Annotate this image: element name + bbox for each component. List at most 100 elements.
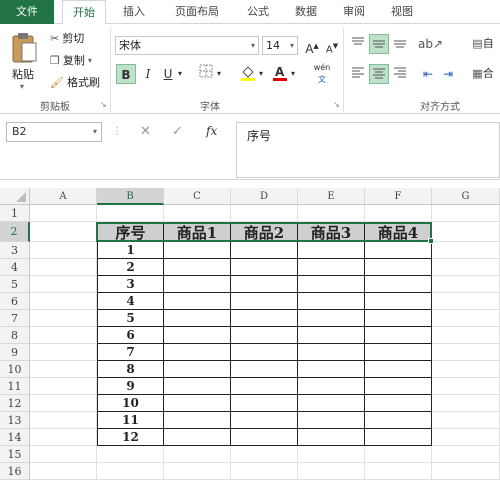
chevron-down-icon[interactable]: ▾ (175, 64, 185, 84)
cell-a1[interactable] (30, 205, 97, 222)
table-cell[interactable] (164, 259, 231, 276)
cell-f1[interactable] (365, 205, 432, 222)
table-cell[interactable] (231, 293, 298, 310)
cell-g8[interactable] (432, 327, 500, 344)
table-cell[interactable] (365, 344, 432, 361)
table-cell[interactable] (164, 395, 231, 412)
align-left-button[interactable] (348, 64, 368, 84)
cell-g3[interactable] (432, 242, 500, 259)
table-cell[interactable] (298, 378, 365, 395)
table-cell[interactable] (298, 344, 365, 361)
cell-e1[interactable] (298, 205, 365, 222)
serial-cell[interactable]: 6 (97, 327, 164, 344)
table-cell[interactable] (164, 429, 231, 446)
cell-g1[interactable] (432, 205, 500, 222)
cell-g15[interactable] (432, 446, 500, 463)
table-cell[interactable] (164, 327, 231, 344)
cell-a13[interactable] (30, 412, 97, 429)
table-cell[interactable] (164, 276, 231, 293)
table-cell[interactable] (298, 361, 365, 378)
tab-insert[interactable]: 插入 (114, 0, 154, 24)
serial-cell[interactable]: 11 (97, 412, 164, 429)
wrap-text-button[interactable]: ▤自 (466, 34, 500, 54)
serial-cell[interactable]: 1 (97, 242, 164, 259)
table-cell[interactable] (231, 361, 298, 378)
row-header-11[interactable]: 11 (0, 378, 30, 395)
cell-a6[interactable] (30, 293, 97, 310)
column-header-b[interactable]: B (97, 188, 164, 205)
row-header-10[interactable]: 10 (0, 361, 30, 378)
tab-file[interactable]: 文件 (0, 0, 54, 24)
cell-g16[interactable] (432, 463, 500, 480)
cell-g14[interactable] (432, 429, 500, 446)
chevron-down-icon[interactable]: ▾ (256, 64, 266, 84)
table-cell[interactable] (298, 412, 365, 429)
cut-button[interactable]: ✂ 剪切 (50, 30, 84, 46)
cell-d15[interactable] (231, 446, 298, 463)
serial-cell[interactable]: 7 (97, 344, 164, 361)
table-cell[interactable] (298, 395, 365, 412)
table-cell[interactable] (298, 242, 365, 259)
table-cell[interactable] (365, 259, 432, 276)
table-cell[interactable] (298, 259, 365, 276)
phonetic-guide-button[interactable]: wén 文 (308, 62, 336, 84)
column-header-g[interactable]: G (432, 188, 500, 205)
column-header-c[interactable]: C (164, 188, 231, 205)
paste-label[interactable]: 粘贴 (12, 66, 34, 82)
cell-b16[interactable] (97, 463, 164, 480)
row-header-16[interactable]: 16 (0, 463, 30, 480)
cell-a11[interactable] (30, 378, 97, 395)
grow-font-button[interactable]: A▲ (302, 36, 322, 56)
table-cell[interactable] (231, 276, 298, 293)
serial-cell[interactable]: 9 (97, 378, 164, 395)
table-cell[interactable] (298, 327, 365, 344)
cell-a15[interactable] (30, 446, 97, 463)
orientation-button[interactable]: ab↗ (418, 34, 443, 54)
fill-handle[interactable] (428, 238, 434, 244)
table-cell[interactable] (231, 395, 298, 412)
insert-function-button[interactable]: fx (206, 124, 217, 138)
row-header-3[interactable]: 3 (0, 242, 30, 259)
chevron-down-icon[interactable]: ▾ (88, 56, 92, 65)
cell-a14[interactable] (30, 429, 97, 446)
table-cell[interactable] (365, 395, 432, 412)
table-cell[interactable] (231, 259, 298, 276)
table-cell[interactable] (298, 276, 365, 293)
cell-e16[interactable] (298, 463, 365, 480)
tab-review[interactable]: 审阅 (334, 0, 374, 24)
tab-page-layout[interactable]: 页面布局 (164, 0, 230, 24)
table-cell[interactable] (164, 412, 231, 429)
serial-cell[interactable]: 3 (97, 276, 164, 293)
cell-a8[interactable] (30, 327, 97, 344)
select-all-corner[interactable] (0, 188, 30, 205)
column-header-a[interactable]: A (30, 188, 97, 205)
table-header-cell[interactable]: 商品3 (298, 222, 365, 242)
table-header-cell[interactable]: 商品2 (231, 222, 298, 242)
cell-a7[interactable] (30, 310, 97, 327)
table-cell[interactable] (231, 344, 298, 361)
cell-a2[interactable] (30, 222, 97, 242)
table-cell[interactable] (365, 412, 432, 429)
cell-d16[interactable] (231, 463, 298, 480)
formula-input[interactable]: 序号 (236, 122, 500, 178)
table-cell[interactable] (365, 242, 432, 259)
cell-g10[interactable] (432, 361, 500, 378)
table-cell[interactable] (298, 293, 365, 310)
cell-e15[interactable] (298, 446, 365, 463)
table-cell[interactable] (164, 310, 231, 327)
tab-data[interactable]: 数据 (286, 0, 326, 24)
paste-button[interactable] (10, 28, 42, 68)
table-cell[interactable] (231, 412, 298, 429)
table-cell[interactable] (365, 327, 432, 344)
copy-button[interactable]: ❐ 复制 ▾ (50, 52, 92, 68)
table-header-cell[interactable]: 商品4 (365, 222, 432, 242)
cell-d1[interactable] (231, 205, 298, 222)
chevron-down-icon[interactable]: ▾ (214, 64, 224, 84)
table-cell[interactable] (231, 327, 298, 344)
row-header-5[interactable]: 5 (0, 276, 30, 293)
cell-f16[interactable] (365, 463, 432, 480)
cell-g2[interactable] (432, 222, 500, 242)
confirm-entry-icon[interactable]: ✓ (172, 124, 183, 139)
row-header-2[interactable]: 2 (0, 222, 30, 242)
table-cell[interactable] (231, 242, 298, 259)
